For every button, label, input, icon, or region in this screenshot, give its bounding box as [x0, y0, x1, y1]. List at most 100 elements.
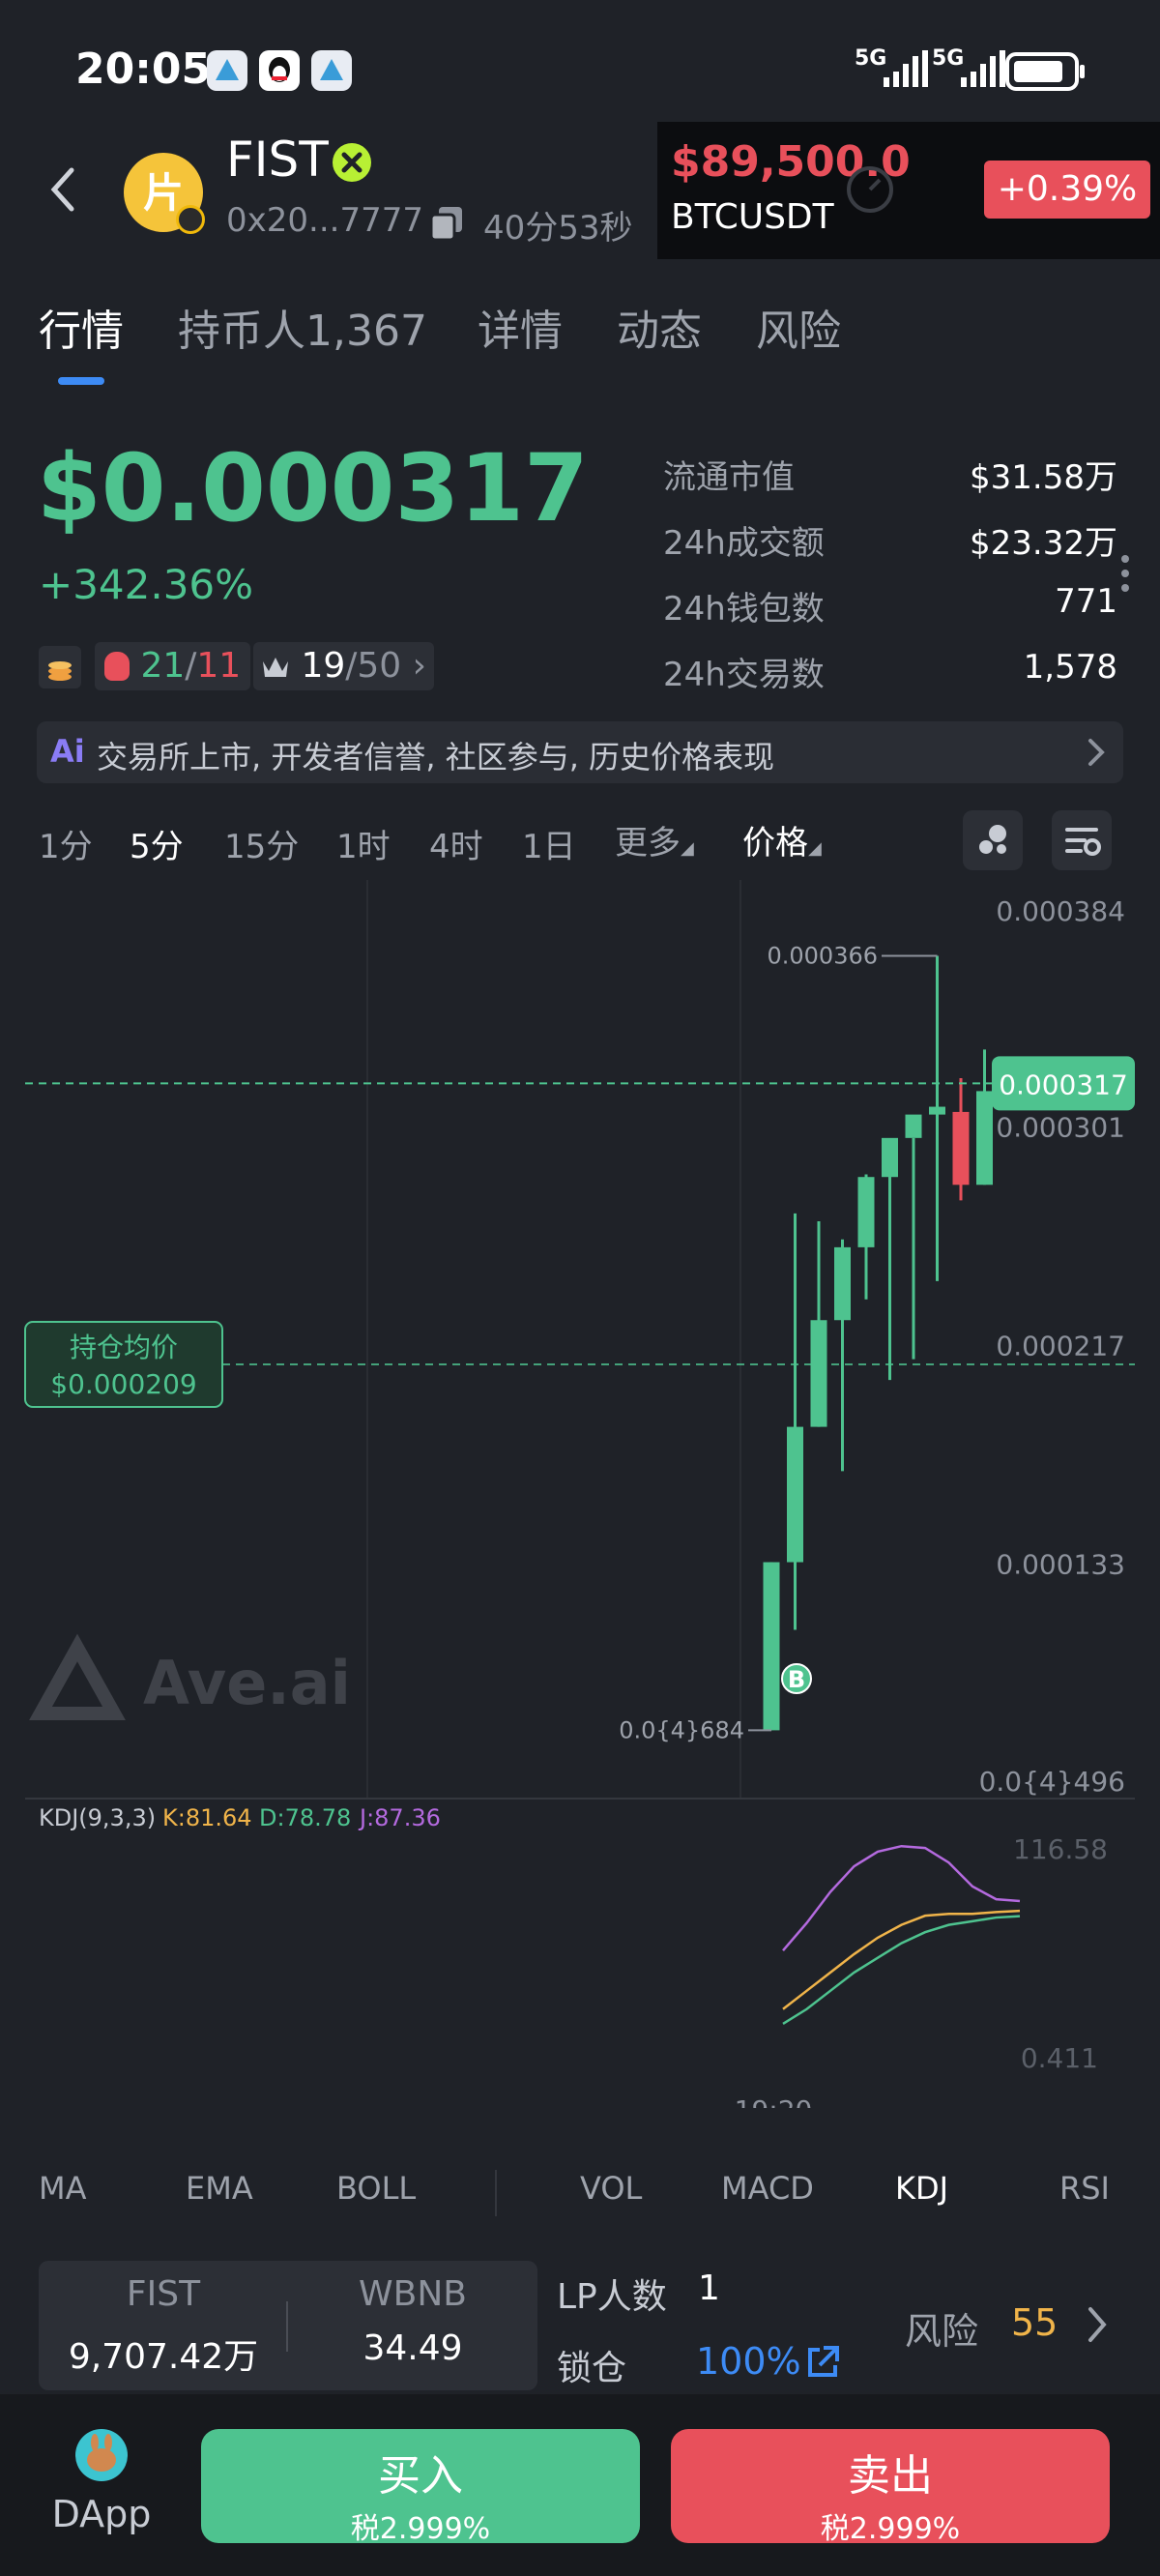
buy-button[interactable]: 买入 税2.999%: [201, 2429, 640, 2546]
tab-details[interactable]: 详情: [478, 296, 563, 358]
ai-summary-banner[interactable]: Ai 交易所上市, 开发者信誉, 社区参与, 历史价格表现: [37, 721, 1123, 783]
coins-icon: [39, 646, 81, 688]
timeframe-more[interactable]: 更多◢: [615, 816, 694, 864]
timeframe-1m[interactable]: 1分: [39, 820, 93, 867]
candle-body: [976, 1091, 993, 1186]
timeframe-4h[interactable]: 4时: [429, 820, 483, 867]
more-vertical-icon[interactable]: [1117, 551, 1133, 600]
current-price-label: 0.000317: [999, 1068, 1128, 1100]
verified-icon: [333, 143, 371, 182]
active-tab-indicator: [58, 377, 104, 385]
indicator-boll[interactable]: BOLL: [336, 2170, 416, 2207]
ratio-buys: 21: [140, 646, 186, 686]
btc-pair: BTCUSDT: [671, 197, 834, 237]
battery-icon: [1005, 52, 1087, 91]
candle-body: [905, 1114, 922, 1138]
indicator-macd[interactable]: MACD: [721, 2170, 814, 2207]
indicator-divider: [495, 2170, 497, 2216]
svg-text:片: 片: [143, 169, 184, 217]
pancake-icon: [75, 2429, 128, 2481]
rank-total: /50: [345, 646, 402, 686]
chevron-right-icon: ›: [412, 646, 427, 686]
status-time: 20:05: [75, 44, 212, 94]
qq-notification-icon: [259, 50, 300, 91]
hold-avg-value: $0.000209: [50, 1368, 196, 1400]
ratio-sep: /: [185, 646, 197, 686]
status-bar: 20:05 5G 5G: [0, 0, 1160, 126]
hold-avg-label: 持仓均价: [70, 1332, 178, 1363]
buy-marker-label: B: [788, 1666, 805, 1693]
dropdown-icon: ◢: [808, 838, 822, 859]
tab-holders[interactable]: 持币人1,367: [178, 296, 427, 358]
timeframe-5m[interactable]: 5分: [130, 820, 184, 867]
external-link-icon[interactable]: [802, 2342, 843, 2383]
rank-value: 19: [301, 646, 346, 686]
stat-label-wallets: 24h钱包数: [663, 590, 825, 629]
high-label: 0.000366: [767, 942, 878, 969]
kdj-k-value: K:81.64: [162, 1804, 252, 1831]
crown-icon: [261, 644, 290, 677]
pool-token-a: FIST: [126, 2274, 201, 2314]
candle-body: [834, 1246, 851, 1321]
app-notification-icon-2: [311, 50, 352, 91]
stats-panel: 流通市值 $31.58万 24h成交额 $23.32万 24h钱包数 771 2…: [663, 451, 1117, 702]
dropdown-icon: ◢: [681, 838, 694, 859]
candle-body: [810, 1320, 827, 1427]
tab-risk[interactable]: 风险: [756, 296, 841, 358]
x-tick-label: 19:20: [735, 2094, 813, 2108]
lock-label: 锁仓: [557, 2349, 627, 2388]
candle-body: [952, 1111, 970, 1186]
gauge-icon: [841, 161, 899, 219]
back-button[interactable]: [39, 155, 87, 222]
indicator-rsi[interactable]: RSI: [1059, 2170, 1110, 2207]
app-notification-icon: [207, 50, 247, 91]
pool-amount-b: 34.49: [362, 2328, 463, 2368]
tab-market[interactable]: 行情: [39, 296, 124, 358]
indicator-bar: MA EMA BOLL VOL MACD KDJ RSI: [0, 2166, 1160, 2224]
lock-value[interactable]: 100%: [696, 2340, 801, 2383]
indicator-vol[interactable]: VOL: [580, 2170, 642, 2207]
sell-tax: 税2.999%: [820, 2512, 961, 2546]
ai-badge: Ai: [50, 733, 85, 770]
pool-amount-a: 9,707.42万: [68, 2337, 259, 2377]
timeframe-15m[interactable]: 15分: [224, 820, 299, 867]
indicator-ma[interactable]: MA: [39, 2170, 87, 2207]
token-age: 40分53秒: [483, 209, 633, 248]
kdj-title: KDJ(9,3,3): [39, 1804, 156, 1831]
sell-label: 卖出: [848, 2451, 933, 2501]
current-price: $0.000317: [37, 434, 589, 542]
btc-ticker[interactable]: $89,500.0 BTCUSDT +0.39%: [657, 122, 1160, 259]
indicator-kdj[interactable]: KDJ: [895, 2170, 948, 2207]
signal-2: 5G: [932, 46, 1009, 91]
timeframe-1d[interactable]: 1日: [522, 820, 576, 867]
sell-button[interactable]: 卖出 税2.999%: [671, 2429, 1110, 2546]
dapp-button[interactable]: DApp: [39, 2429, 164, 2545]
tab-activity[interactable]: 动态: [617, 296, 702, 358]
kdj-d-line: [782, 1915, 1021, 2025]
token-address: 0x20...7777: [226, 201, 423, 240]
chart-settings-icon[interactable]: [1052, 810, 1112, 870]
btc-change: +0.39%: [984, 161, 1150, 219]
chevron-right-icon[interactable]: [1083, 2303, 1112, 2346]
chain-badge-icon: [176, 205, 205, 234]
copy-icon[interactable]: [427, 203, 466, 242]
stat-label-trades: 24h交易数: [663, 656, 825, 694]
kdj-min-label: 0.411: [1021, 2042, 1098, 2074]
y-tick-label: 0.000301: [996, 1111, 1125, 1143]
dapp-label: DApp: [51, 2493, 152, 2535]
money-bag-icon: [104, 652, 130, 681]
price-mode-select[interactable]: 价格◢: [742, 816, 822, 864]
price-chart[interactable]: Ave.ai 0.000384 0.000301 0.000217 0.000133 0…: [0, 880, 1160, 2108]
watermark: Ave.ai: [29, 1633, 351, 1720]
bottom-bar: DApp 买入 税2.999% 卖出 税2.999%: [0, 2394, 1160, 2576]
price-change: +342.36%: [39, 561, 254, 608]
buy-label: 买入: [378, 2451, 463, 2501]
watermark-text: Ave.ai: [143, 1648, 351, 1718]
risk-value[interactable]: 55: [1011, 2301, 1058, 2344]
indicator-toggle-icon[interactable]: [963, 810, 1023, 870]
rank-badge[interactable]: 19/50 ›: [253, 642, 435, 690]
timeframe-1h[interactable]: 1时: [336, 820, 391, 867]
buy-sell-ratio: 21/11: [95, 642, 251, 690]
y-tick-label: 0.000133: [996, 1549, 1125, 1581]
indicator-ema[interactable]: EMA: [186, 2170, 253, 2207]
